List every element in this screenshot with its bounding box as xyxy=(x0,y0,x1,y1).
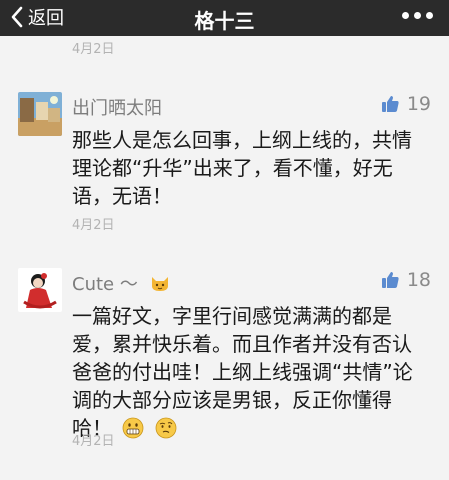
comment-line: 那些人是怎么回事，上纲上线的，共情 xyxy=(72,128,412,152)
comment-date: 4月2日 xyxy=(72,434,115,449)
grimace-emoji-icon xyxy=(122,417,144,439)
avatar-image xyxy=(18,268,62,312)
like-button[interactable]: 19 xyxy=(381,93,431,115)
comment-line: 调的大部分应该是男银，反正你懂得 xyxy=(72,388,392,412)
comment-username[interactable]: 出门晒太阳 xyxy=(72,94,162,120)
comment-line: 一篇好文，字里行间感觉满满的都是 xyxy=(72,304,392,328)
cat-emoji-icon xyxy=(151,277,168,291)
navigation-bar: 返回 格十三 xyxy=(0,0,449,36)
username-text: Cute ～ xyxy=(72,274,138,295)
avatar-image xyxy=(18,92,62,136)
like-button[interactable]: 18 xyxy=(381,269,431,291)
comment-line: 语，无语！ xyxy=(72,184,172,208)
like-count: 19 xyxy=(406,93,431,115)
more-dot-icon xyxy=(414,12,421,19)
avatar[interactable] xyxy=(18,268,62,312)
page-title: 格十三 xyxy=(194,9,255,33)
comment-username[interactable]: Cute ～ xyxy=(72,270,170,296)
comment-line: 爱，累并快乐着。而且作者并没有否认 xyxy=(72,332,412,356)
comment-line: 哈！ xyxy=(72,414,422,442)
more-dot-icon xyxy=(426,12,433,19)
comment-line: 爸爸的付出哇！上纲上线强调“共情”论 xyxy=(72,360,413,384)
comment-list[interactable]: 4月2日 出门晒太阳 19 那些人是怎么回事，上纲上线的，共情 理论都“升华”出… xyxy=(0,36,449,480)
thumbs-up-icon xyxy=(381,96,399,112)
comment-text: 那些人是怎么回事，上纲上线的，共情 理论都“升华”出来了，看不懂，好无 语，无语… xyxy=(72,126,422,210)
thumbs-up-icon xyxy=(381,272,399,288)
thinking-emoji-icon xyxy=(155,417,177,439)
comment-line: 理论都“升华”出来了，看不懂，好无 xyxy=(72,156,393,180)
previous-comment-date: 4月2日 xyxy=(72,42,115,57)
avatar[interactable] xyxy=(18,92,62,136)
comment-text: 一篇好文，字里行间感觉满满的都是 爱，累并快乐着。而且作者并没有否认 爸爸的付出… xyxy=(72,302,422,442)
like-count: 18 xyxy=(406,269,431,291)
more-menu-button[interactable] xyxy=(402,12,433,19)
comment-date: 4月2日 xyxy=(72,218,115,233)
more-dot-icon xyxy=(402,12,409,19)
